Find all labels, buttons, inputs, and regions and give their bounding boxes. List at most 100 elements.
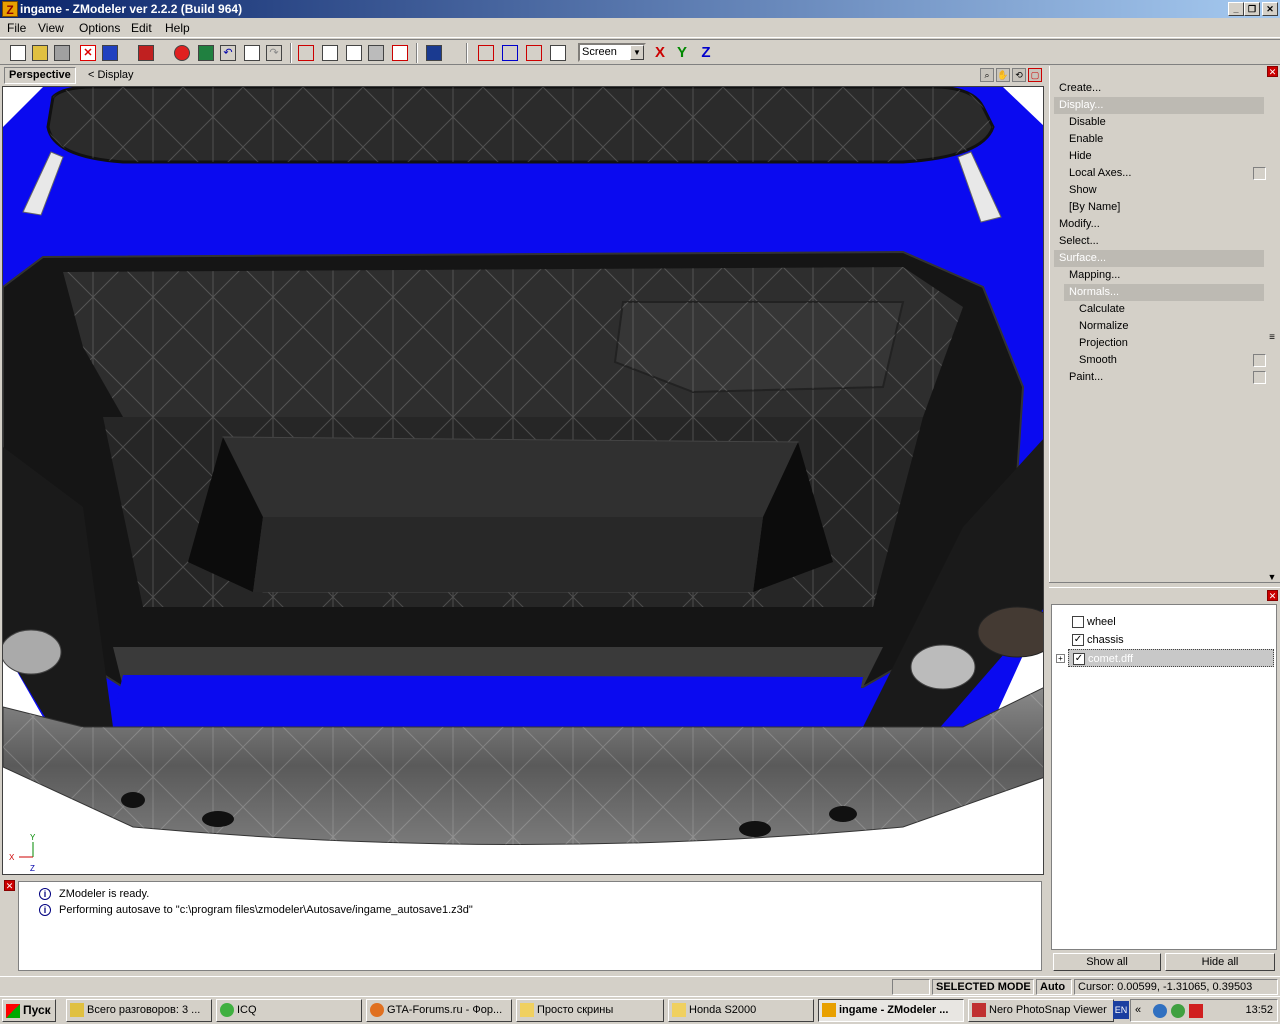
windows-logo-icon xyxy=(6,1004,20,1018)
object-mode-icon[interactable] xyxy=(344,43,364,63)
command-item-by-name[interactable]: [By Name] xyxy=(1054,199,1264,216)
chevron-down-icon[interactable]: ▼ xyxy=(630,45,644,60)
hide-all-button[interactable]: Hide all xyxy=(1165,953,1275,971)
viewport-name-tab[interactable]: Perspective xyxy=(4,67,76,84)
undo-icon[interactable]: ↶ xyxy=(218,43,238,63)
import-icon[interactable] xyxy=(100,43,120,63)
command-item-paint[interactable]: Paint... xyxy=(1054,369,1266,386)
options-checkbox[interactable] xyxy=(1253,371,1266,384)
command-item-smooth[interactable]: Smooth xyxy=(1054,352,1266,369)
delete-icon[interactable]: ✕ xyxy=(78,43,98,63)
command-item-enable[interactable]: Enable xyxy=(1054,131,1264,148)
scale-icon[interactable] xyxy=(524,43,544,63)
maximize-viewport-icon[interactable]: ▢ xyxy=(1028,68,1042,82)
axis-y-button[interactable]: Y xyxy=(672,44,692,64)
breadcrumb[interactable]: < Display xyxy=(88,69,134,81)
close-icon[interactable]: ✕ xyxy=(4,880,15,891)
command-item-modify[interactable]: Modify... xyxy=(1054,216,1264,233)
command-item-disable[interactable]: Disable xyxy=(1054,114,1264,131)
visibility-checkbox[interactable]: ✓ xyxy=(1073,653,1085,665)
open-folder-icon[interactable] xyxy=(30,43,50,63)
command-item-local-axes[interactable]: Local Axes... xyxy=(1054,165,1266,182)
task-folder-screens[interactable]: Просто скрины xyxy=(516,999,664,1022)
language-indicator[interactable]: EN xyxy=(1113,1001,1129,1019)
start-button[interactable]: Пуск xyxy=(2,999,56,1022)
move-icon[interactable] xyxy=(476,43,496,63)
network-icon[interactable] xyxy=(1153,1004,1167,1018)
menu-options[interactable]: Options xyxy=(79,21,120,35)
options-checkbox[interactable] xyxy=(1253,167,1266,180)
command-item-normals[interactable]: Normals... xyxy=(1064,284,1264,301)
command-item-display[interactable]: Display... xyxy=(1054,97,1264,114)
export-icon[interactable] xyxy=(136,43,156,63)
tree-expander[interactable]: + xyxy=(1052,649,1068,667)
tray-expand-icon[interactable]: « xyxy=(1135,1004,1141,1016)
zoom-icon[interactable]: ⌕ xyxy=(980,68,994,82)
command-item-select[interactable]: Select... xyxy=(1054,233,1264,250)
command-item-projection[interactable]: Projection xyxy=(1054,335,1264,352)
close-icon[interactable]: ✕ xyxy=(1267,66,1278,77)
task-label: Honda S2000 xyxy=(689,1004,757,1016)
command-item-normalize[interactable]: Normalize xyxy=(1054,318,1264,335)
pan-hand-icon[interactable]: ✋ xyxy=(996,68,1010,82)
command-item-show[interactable]: Show xyxy=(1054,182,1264,199)
plus-icon[interactable]: + xyxy=(1056,654,1065,663)
command-item-label: Enable xyxy=(1069,133,1104,145)
axis-x-button[interactable]: X xyxy=(650,44,670,64)
command-item-create[interactable]: Create... xyxy=(1054,80,1264,97)
task-browser[interactable]: GTA-Forums.ru - Фор... xyxy=(366,999,512,1022)
face-mode-icon[interactable] xyxy=(320,43,340,63)
viewport-header: Perspective < Display ⌕ ✋ ⟲ ▢ xyxy=(0,66,1046,86)
task-nero[interactable]: Nero PhotoSnap Viewer xyxy=(968,999,1114,1022)
menu-bar: File View Options Edit Help xyxy=(0,18,1280,38)
material-icon[interactable] xyxy=(424,43,444,63)
tree-node-chassis[interactable]: ✓ chassis xyxy=(1052,631,1276,649)
mesh-mode-icon[interactable] xyxy=(366,43,386,63)
tray-app-icon[interactable] xyxy=(1171,1004,1185,1018)
menu-help[interactable]: Help xyxy=(165,21,190,35)
task-icq[interactable]: ICQ xyxy=(216,999,362,1022)
task-folder-honda[interactable]: Honda S2000 xyxy=(668,999,814,1022)
command-item-mapping[interactable]: Mapping... xyxy=(1054,267,1264,284)
rotate-icon[interactable] xyxy=(500,43,520,63)
selection-mode-icon[interactable] xyxy=(390,43,410,63)
restore-button[interactable]: ❐ xyxy=(1244,2,1260,16)
redo-icon[interactable]: ↷ xyxy=(264,43,284,63)
menu-edit[interactable]: Edit xyxy=(131,21,152,35)
command-item-label: [By Name] xyxy=(1069,201,1121,213)
command-item-hide[interactable]: Hide xyxy=(1054,148,1264,165)
menu-file[interactable]: File xyxy=(7,21,26,35)
close-icon[interactable]: ✕ xyxy=(1267,590,1278,601)
menu-view[interactable]: View xyxy=(38,21,64,35)
log-output: i ZModeler is ready. i Performing autosa… xyxy=(18,881,1042,971)
options-checkbox[interactable] xyxy=(1253,354,1266,367)
visibility-checkbox[interactable]: ✓ xyxy=(1072,634,1084,646)
scrollbar-grip-icon[interactable]: ≡ xyxy=(1266,332,1278,343)
save-icon[interactable] xyxy=(52,43,72,63)
antivirus-icon[interactable] xyxy=(1189,1004,1203,1018)
grid-icon[interactable] xyxy=(548,43,568,63)
new-file-icon[interactable] xyxy=(8,43,28,63)
task-zmodeler[interactable]: ingame - ZModeler ... xyxy=(818,999,964,1022)
3d-viewport[interactable]: Y X Z xyxy=(2,86,1044,875)
show-all-button[interactable]: Show all xyxy=(1053,953,1161,971)
coordinate-mode-select[interactable]: Screen ▼ xyxy=(578,43,646,62)
rotate-view-icon[interactable]: ⟲ xyxy=(1012,68,1026,82)
command-item-calculate[interactable]: Calculate xyxy=(1054,301,1264,318)
tree-node-comet-dff[interactable]: ✓ comet.dff xyxy=(1068,649,1274,667)
log-text: ZModeler is ready. xyxy=(59,888,150,900)
scroll-down-icon[interactable]: ▼ xyxy=(1266,572,1278,582)
visibility-checkbox[interactable] xyxy=(1072,616,1084,628)
properties-icon[interactable] xyxy=(242,43,262,63)
command-panel: ✕ Create... Display... Disable Enable Hide Lo… xyxy=(1049,66,1280,582)
command-item-surface[interactable]: Surface... xyxy=(1054,250,1264,267)
command-panel-scrollbar[interactable]: ≡ ▼ xyxy=(1266,78,1278,582)
render-icon[interactable] xyxy=(196,43,216,63)
close-button[interactable]: ✕ xyxy=(1262,2,1278,16)
minimize-button[interactable]: _ xyxy=(1228,2,1244,16)
tree-node-wheel[interactable]: wheel xyxy=(1052,613,1276,631)
record-icon[interactable] xyxy=(172,43,192,63)
vertex-mode-icon[interactable] xyxy=(296,43,316,63)
task-chat[interactable]: Всего разговоров: 3 ... xyxy=(66,999,212,1022)
axis-z-button[interactable]: Z xyxy=(696,44,716,64)
